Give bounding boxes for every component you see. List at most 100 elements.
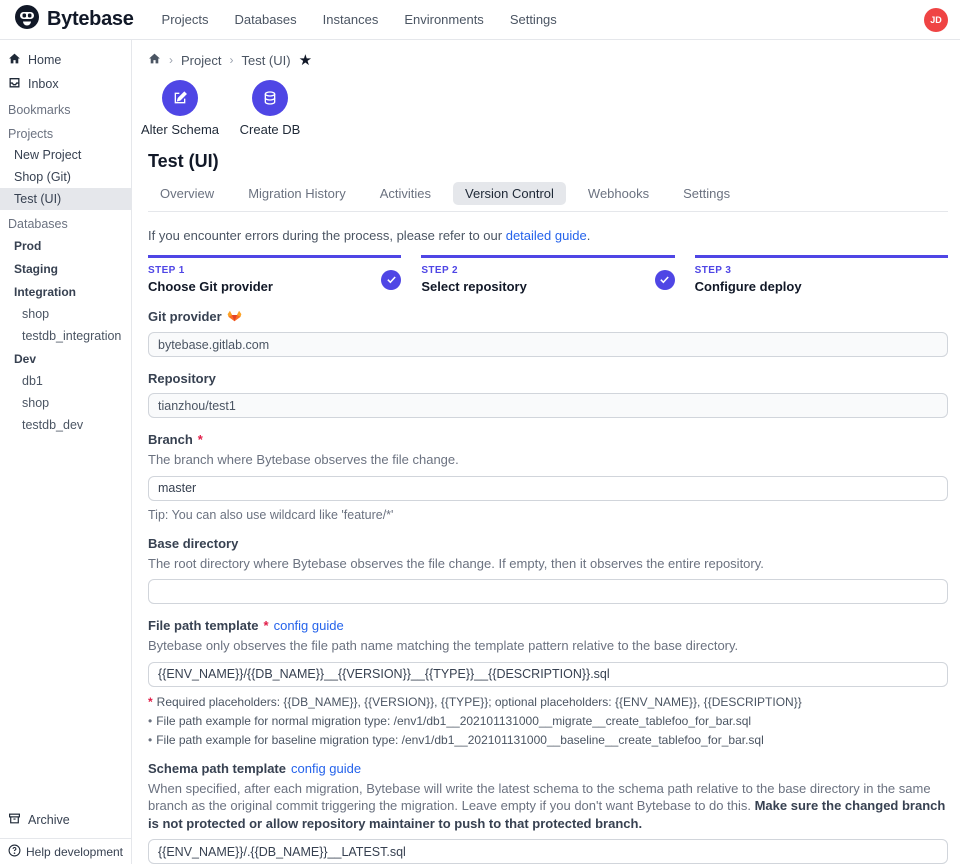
breadcrumb-current[interactable]: Test (UI) [241,53,290,68]
git-provider-input[interactable] [148,332,948,357]
breadcrumb-separator: › [229,53,233,67]
required-asterisk: * [264,618,269,633]
bullet: • [148,714,152,728]
breadcrumb-home-icon[interactable] [148,52,161,68]
top-nav: Projects Databases Instances Environment… [162,12,924,27]
step-3-label: STEP 3 [695,265,802,276]
help-icon [8,844,21,860]
step-2-title: Select repository [421,279,527,294]
brand-logo[interactable]: Bytebase [14,4,134,35]
home-icon [8,52,21,68]
bytebase-logo-icon [14,4,40,35]
nav-databases[interactable]: Databases [235,12,297,27]
repository-input[interactable] [148,393,948,418]
nav-settings[interactable]: Settings [510,12,557,27]
edit-icon [162,80,198,116]
branch-input[interactable] [148,476,948,501]
alter-schema-button[interactable]: Alter Schema [148,80,212,137]
check-icon [381,270,401,290]
tab-activities[interactable]: Activities [368,182,443,205]
sidebar-item-label: Archive [28,813,70,827]
detailed-guide-link[interactable]: detailed guide [506,228,587,243]
sidebar-item-archive[interactable]: Archive [0,808,131,832]
sidebar-db-testdb-integration[interactable]: testdb_integration [0,325,131,347]
nav-environments[interactable]: Environments [404,12,483,27]
sidebar-db-db1[interactable]: db1 [0,370,131,392]
sidebar-item-shop-git[interactable]: Shop (Git) [0,166,131,188]
sidebar-db-shop-dev[interactable]: shop [0,392,131,414]
main-content: › Project › Test (UI) ★ Alter Schema [132,40,960,864]
sidebar: Home Inbox Bookmarks Projects New Projec… [0,40,132,864]
branch-tip: Tip: You can also use wildcard like 'fea… [148,508,948,522]
sidebar-item-test-ui[interactable]: Test (UI) [0,188,131,210]
user-avatar[interactable]: JD [924,8,948,32]
version-label: development [54,845,123,859]
step-2[interactable]: STEP 2 Select repository [421,255,674,294]
tab-version-control[interactable]: Version Control [453,182,566,205]
sidebar-item-new-project[interactable]: New Project [0,144,131,166]
config-guide-link[interactable]: config guide [291,761,361,776]
breadcrumb-separator: › [169,53,173,67]
step-1-label: STEP 1 [148,265,273,276]
tab-overview[interactable]: Overview [148,182,226,205]
sidebar-db-shop-integration[interactable]: shop [0,303,131,325]
repository-label: Repository [148,371,216,386]
sidebar-env-integration[interactable]: Integration [0,280,131,303]
check-icon [655,270,675,290]
branch-field: Branch * The branch where Bytebase obser… [148,432,948,522]
repository-field: Repository [148,371,948,418]
step-1-title: Choose Git provider [148,279,273,294]
error-notice: If you encounter errors during the proce… [148,228,948,243]
inbox-icon [8,76,21,92]
nav-projects[interactable]: Projects [162,12,209,27]
base-directory-input[interactable] [148,579,948,604]
sidebar-env-staging[interactable]: Staging [0,257,131,280]
create-db-button[interactable]: Create DB [238,80,302,137]
tab-webhooks[interactable]: Webhooks [576,182,661,205]
tab-migration-history[interactable]: Migration History [236,182,358,205]
notice-text: If you encounter errors during the proce… [148,228,502,243]
file-path-template-input[interactable] [148,662,948,687]
schema-path-template-help: When specified, after each migration, By… [148,780,948,833]
sidebar-footer: Help development [0,838,131,864]
bullet: • [148,733,152,747]
archive-icon [8,812,21,828]
repository-config-form: Git provider Repository [148,308,948,864]
nav-instances[interactable]: Instances [323,12,379,27]
quick-actions: Alter Schema Create DB [148,80,948,137]
config-guide-link[interactable]: config guide [274,618,344,633]
step-3[interactable]: STEP 3 Configure deploy [695,255,948,294]
note-text: File path example for baseline migration… [156,733,764,747]
alter-schema-label: Alter Schema [141,122,219,137]
step-1[interactable]: STEP 1 Choose Git provider [148,255,401,294]
sidebar-section-bookmarks: Bookmarks [0,96,131,120]
breadcrumb-project[interactable]: Project [181,53,221,68]
sidebar-item-home[interactable]: Home [0,48,131,72]
help-button[interactable]: Help [8,844,51,860]
sidebar-env-dev[interactable]: Dev [0,347,131,370]
file-path-template-notes: *Required placeholders: {{DB_NAME}}, {{V… [148,695,948,747]
sidebar-item-inbox[interactable]: Inbox [0,72,131,96]
step-3-title: Configure deploy [695,279,802,294]
file-path-template-help: Bytebase only observes the file path nam… [148,637,948,655]
sidebar-item-label: Home [28,53,61,67]
base-directory-help: The root directory where Bytebase observ… [148,555,948,573]
sidebar-env-prod[interactable]: Prod [0,234,131,257]
schema-path-template-input[interactable] [148,839,948,864]
schema-path-template-field: Schema path template config guide When s… [148,761,948,864]
create-db-label: Create DB [240,122,301,137]
brand-name: Bytebase [47,8,134,31]
step-2-label: STEP 2 [421,265,527,276]
gitlab-icon [227,308,242,325]
file-path-template-field: File path template * config guide Byteba… [148,618,948,747]
sidebar-section-databases: Databases [0,210,131,234]
sidebar-section-projects: Projects [0,120,131,144]
page-title: Test (UI) [148,151,948,172]
sidebar-db-testdb-dev[interactable]: testdb_dev [0,414,131,436]
base-directory-label: Base directory [148,536,238,551]
git-provider-field: Git provider [148,308,948,357]
bookmark-star-icon[interactable]: ★ [299,53,312,68]
sidebar-item-label: Inbox [28,77,59,91]
required-asterisk: * [198,432,203,447]
tab-settings[interactable]: Settings [671,182,742,205]
